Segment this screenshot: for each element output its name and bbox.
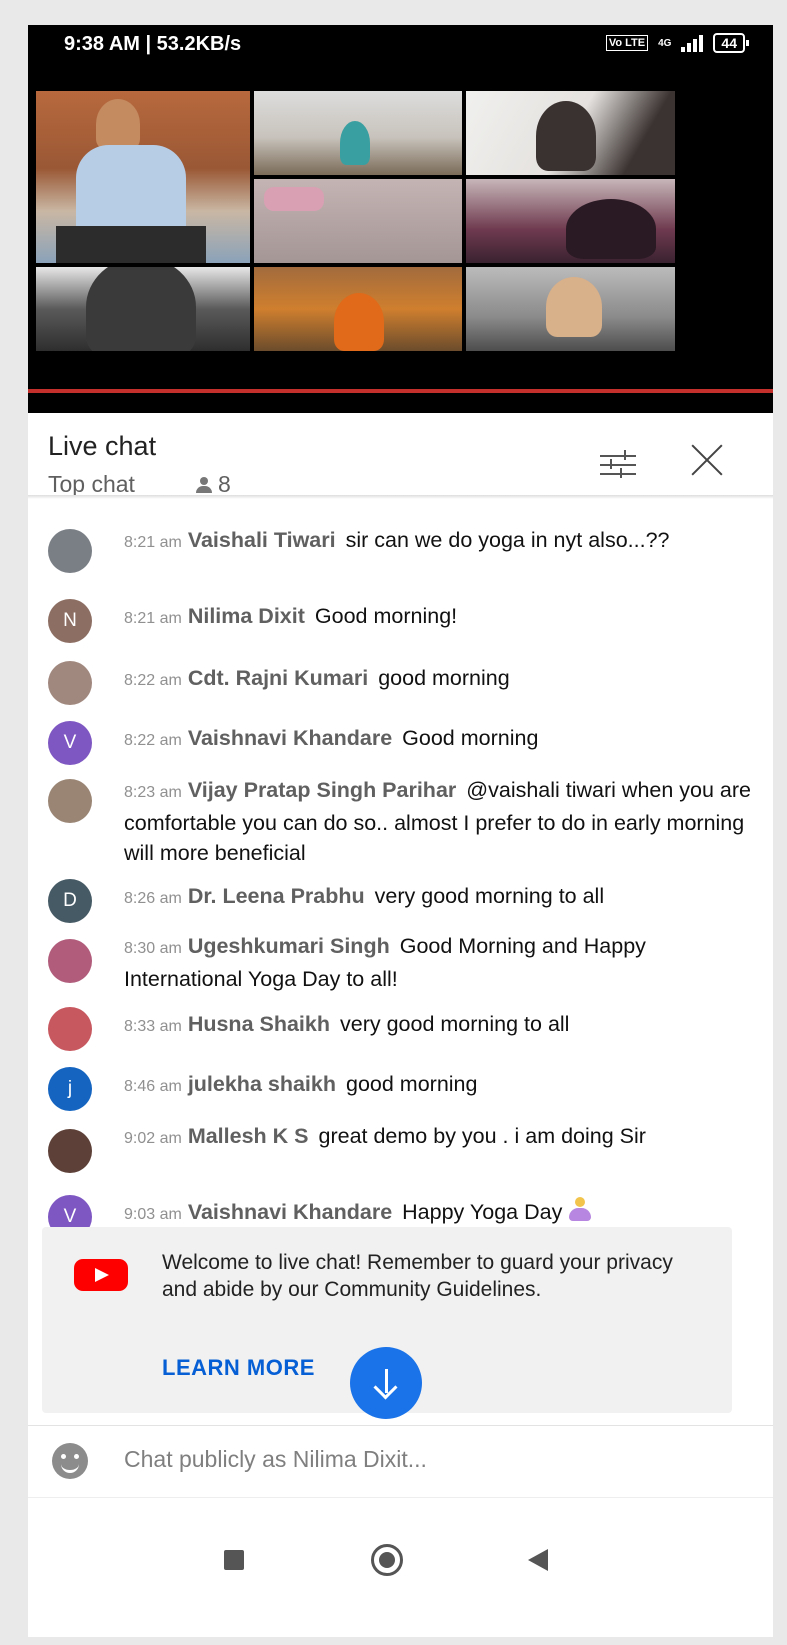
avatar[interactable]: V (48, 721, 92, 765)
scroll-to-bottom-button[interactable] (350, 1347, 422, 1419)
viewer-count-value: 8 (218, 471, 231, 497)
message-author[interactable]: Dr. Leena Prabhu (188, 884, 365, 908)
message-time: 9:02 am (124, 1130, 182, 1147)
message-text: good morning (345, 1072, 478, 1096)
avatar[interactable]: D (48, 879, 92, 923)
message-author[interactable]: Vijay Pratap Singh Parihar (188, 778, 456, 802)
message-author[interactable]: Vaishnavi Khandare (188, 726, 392, 750)
message-time: 8:22 am (124, 672, 182, 689)
avatar[interactable] (48, 939, 92, 983)
recent-apps-icon[interactable] (224, 1550, 244, 1570)
video-progress-bar[interactable] (28, 389, 773, 393)
message-time: 9:03 am (124, 1206, 182, 1223)
video-tile (466, 267, 675, 351)
learn-more-link[interactable]: LEARN MORE (162, 1355, 315, 1381)
message-text: great demo by you . i am doing Sir (318, 1124, 646, 1148)
emoji-icon[interactable] (52, 1443, 88, 1479)
status-time-speed: 9:38 AM | 53.2KB/s (64, 33, 242, 55)
message-author[interactable]: Cdt. Rajni Kumari (188, 666, 368, 690)
youtube-logo-icon (74, 1259, 128, 1291)
viewer-count: 8 (196, 471, 231, 498)
message-author[interactable]: Vaishnavi Khandare (188, 1200, 392, 1224)
message-author[interactable]: Nilima Dixit (188, 604, 305, 628)
yoga-emoji-icon (568, 1197, 592, 1223)
home-icon[interactable] (371, 1544, 403, 1576)
video-tile (36, 267, 250, 351)
message-author[interactable]: Ugeshkumari Singh (188, 934, 390, 958)
avatar[interactable] (48, 1129, 92, 1173)
message-author[interactable]: julekha shaikh (188, 1072, 336, 1096)
volte-icon: Vo LTE (605, 35, 649, 51)
video-tile (254, 267, 462, 351)
video-tile (466, 91, 675, 175)
message-text: very good morning to all (340, 1012, 570, 1036)
message-text: good morning (378, 666, 510, 690)
video-tile (466, 179, 675, 263)
message-time: 8:21 am (124, 610, 182, 627)
avatar[interactable] (48, 779, 92, 823)
message-time: 8:33 am (124, 1018, 182, 1035)
video-player[interactable]: 9:38 AM | 53.2KB/s Vo LTE 4G 44 (28, 25, 773, 413)
battery-icon: 44 (713, 33, 749, 53)
video-tile (254, 91, 462, 175)
close-icon[interactable] (688, 441, 726, 479)
filter-icon[interactable] (600, 449, 636, 479)
app-frame: 9:38 AM | 53.2KB/s Vo LTE 4G 44 Live cha… (28, 25, 773, 1637)
message-time: 8:46 am (124, 1078, 182, 1095)
message-time: 8:23 am (124, 784, 182, 801)
message-time: 8:21 am (124, 534, 182, 551)
welcome-text: Welcome to live chat! Remember to guard … (162, 1251, 673, 1301)
message-text: sir can we do yoga in nyt also...?? (345, 528, 670, 552)
avatar[interactable]: N (48, 599, 92, 643)
chat-message-list[interactable]: 8:21 am Vaishali Tiwari sir can we do yoga… (28, 499, 773, 1239)
person-icon (196, 476, 212, 493)
status-bar: 9:38 AM | 53.2KB/s Vo LTE 4G 44 (28, 25, 773, 65)
avatar[interactable] (48, 1007, 92, 1051)
network-type: 4G (658, 37, 672, 49)
chat-mode-selector[interactable]: Top chat (48, 471, 135, 498)
back-icon[interactable] (528, 1549, 548, 1571)
arrow-down-icon (374, 1369, 398, 1397)
message-author[interactable]: Husna Shaikh (188, 1012, 330, 1036)
avatar[interactable]: j (48, 1067, 92, 1111)
message-author[interactable]: Mallesh K S (188, 1124, 309, 1148)
message-text: Happy Yoga Day (402, 1200, 563, 1224)
message-text: Good morning (402, 726, 539, 750)
chat-title: Live chat (48, 431, 157, 461)
avatar[interactable] (48, 529, 92, 573)
video-tile (36, 91, 250, 263)
chat-input-bar[interactable]: Chat publicly as Nilima Dixit... (28, 1425, 773, 1496)
chat-header: Live chat Top chat 8 (28, 413, 773, 498)
video-participant-grid (36, 91, 675, 351)
message-time: 8:22 am (124, 732, 182, 749)
video-tile (254, 179, 462, 263)
system-navigation-bar (28, 1497, 773, 1637)
chat-input[interactable]: Chat publicly as Nilima Dixit... (124, 1446, 427, 1473)
message-time: 8:30 am (124, 940, 182, 957)
message-time: 8:26 am (124, 890, 182, 907)
message-text: very good morning to all (374, 884, 605, 908)
message-text: Good morning! (314, 604, 458, 628)
signal-icon (681, 34, 704, 52)
message-author[interactable]: Vaishali Tiwari (188, 528, 336, 552)
avatar[interactable] (48, 661, 92, 705)
